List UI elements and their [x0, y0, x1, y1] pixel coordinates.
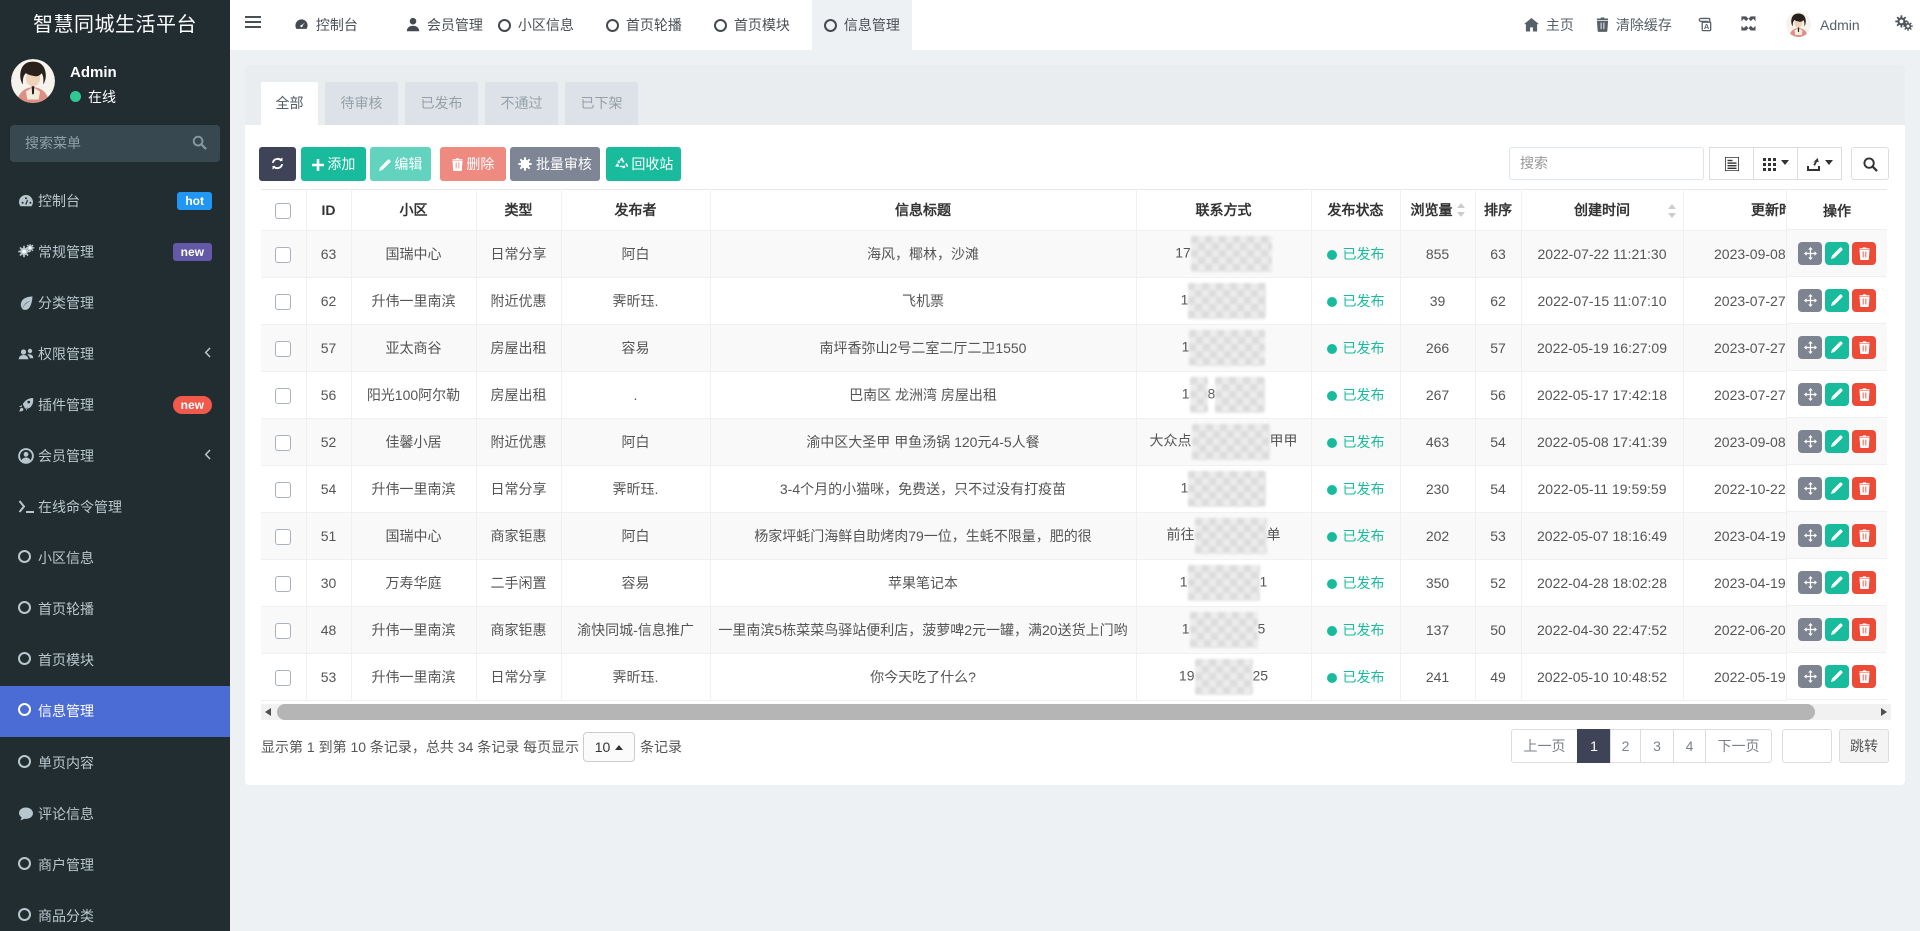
svg-text:A: A: [1704, 22, 1710, 31]
